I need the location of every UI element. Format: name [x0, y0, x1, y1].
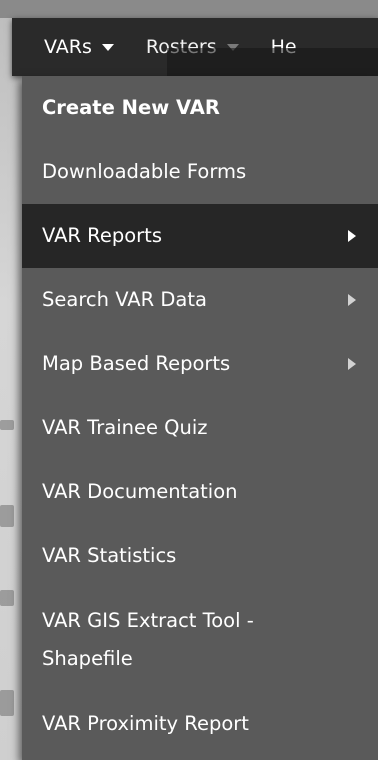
background-top-strip — [0, 0, 378, 18]
nav-vars-menu[interactable]: VARs — [12, 18, 114, 76]
caret-down-icon — [226, 43, 239, 51]
menu-item-downloadable-forms[interactable]: Downloadable Forms — [22, 140, 378, 204]
menu-item-var-proximity-report[interactable]: VAR Proximity Report — [22, 692, 378, 756]
menu-item-search-var-data[interactable]: Search VAR Data — [22, 268, 378, 332]
nav-rosters-label: Rosters — [145, 36, 217, 58]
menu-item-create-new-var[interactable]: Create New VAR — [22, 76, 378, 140]
background-mark — [0, 690, 14, 716]
chevron-right-icon — [348, 358, 356, 370]
chevron-right-icon — [348, 294, 356, 306]
menu-item-label: VAR Reports — [42, 224, 162, 248]
menu-item-label: VAR GIS Extract Tool - Shapefile — [42, 609, 254, 670]
nav-vars-label: VARs — [44, 36, 92, 58]
menu-item-var-reports[interactable]: VAR Reports — [22, 204, 378, 268]
background-mark — [0, 505, 14, 527]
nav-help-menu[interactable]: He — [239, 18, 297, 76]
menu-item-label: Create New VAR — [42, 96, 220, 120]
menu-item-label: Downloadable Forms — [42, 160, 247, 184]
menu-item-label: Search VAR Data — [42, 288, 207, 312]
nav-rosters-menu[interactable]: Rosters — [114, 18, 239, 76]
menu-item-var-statistics[interactable]: VAR Statistics — [22, 524, 378, 588]
menu-item-var-gis-extract-tool[interactable]: VAR GIS Extract Tool - Shapefile — [22, 588, 378, 692]
background-mark — [0, 590, 14, 606]
top-navbar: VARs Rosters He — [12, 18, 378, 94]
menu-item-label: VAR Trainee Quiz — [42, 416, 208, 440]
menu-item-label: VAR Statistics — [42, 544, 177, 568]
nav-help-label: He — [270, 36, 297, 58]
menu-item-label: VAR Proximity Report — [42, 712, 249, 736]
caret-down-icon — [101, 43, 114, 51]
menu-item-label: VAR Documentation — [42, 480, 238, 504]
vars-dropdown-menu: Create New VAR Downloadable Forms VAR Re… — [22, 76, 378, 760]
chevron-right-icon — [348, 230, 356, 242]
menu-item-var-trainee-quiz[interactable]: VAR Trainee Quiz — [22, 396, 378, 460]
menu-item-var-documentation[interactable]: VAR Documentation — [22, 460, 378, 524]
background-mark — [0, 420, 14, 430]
menu-item-map-based-reports[interactable]: Map Based Reports — [22, 332, 378, 396]
menu-item-label: Map Based Reports — [42, 352, 231, 376]
